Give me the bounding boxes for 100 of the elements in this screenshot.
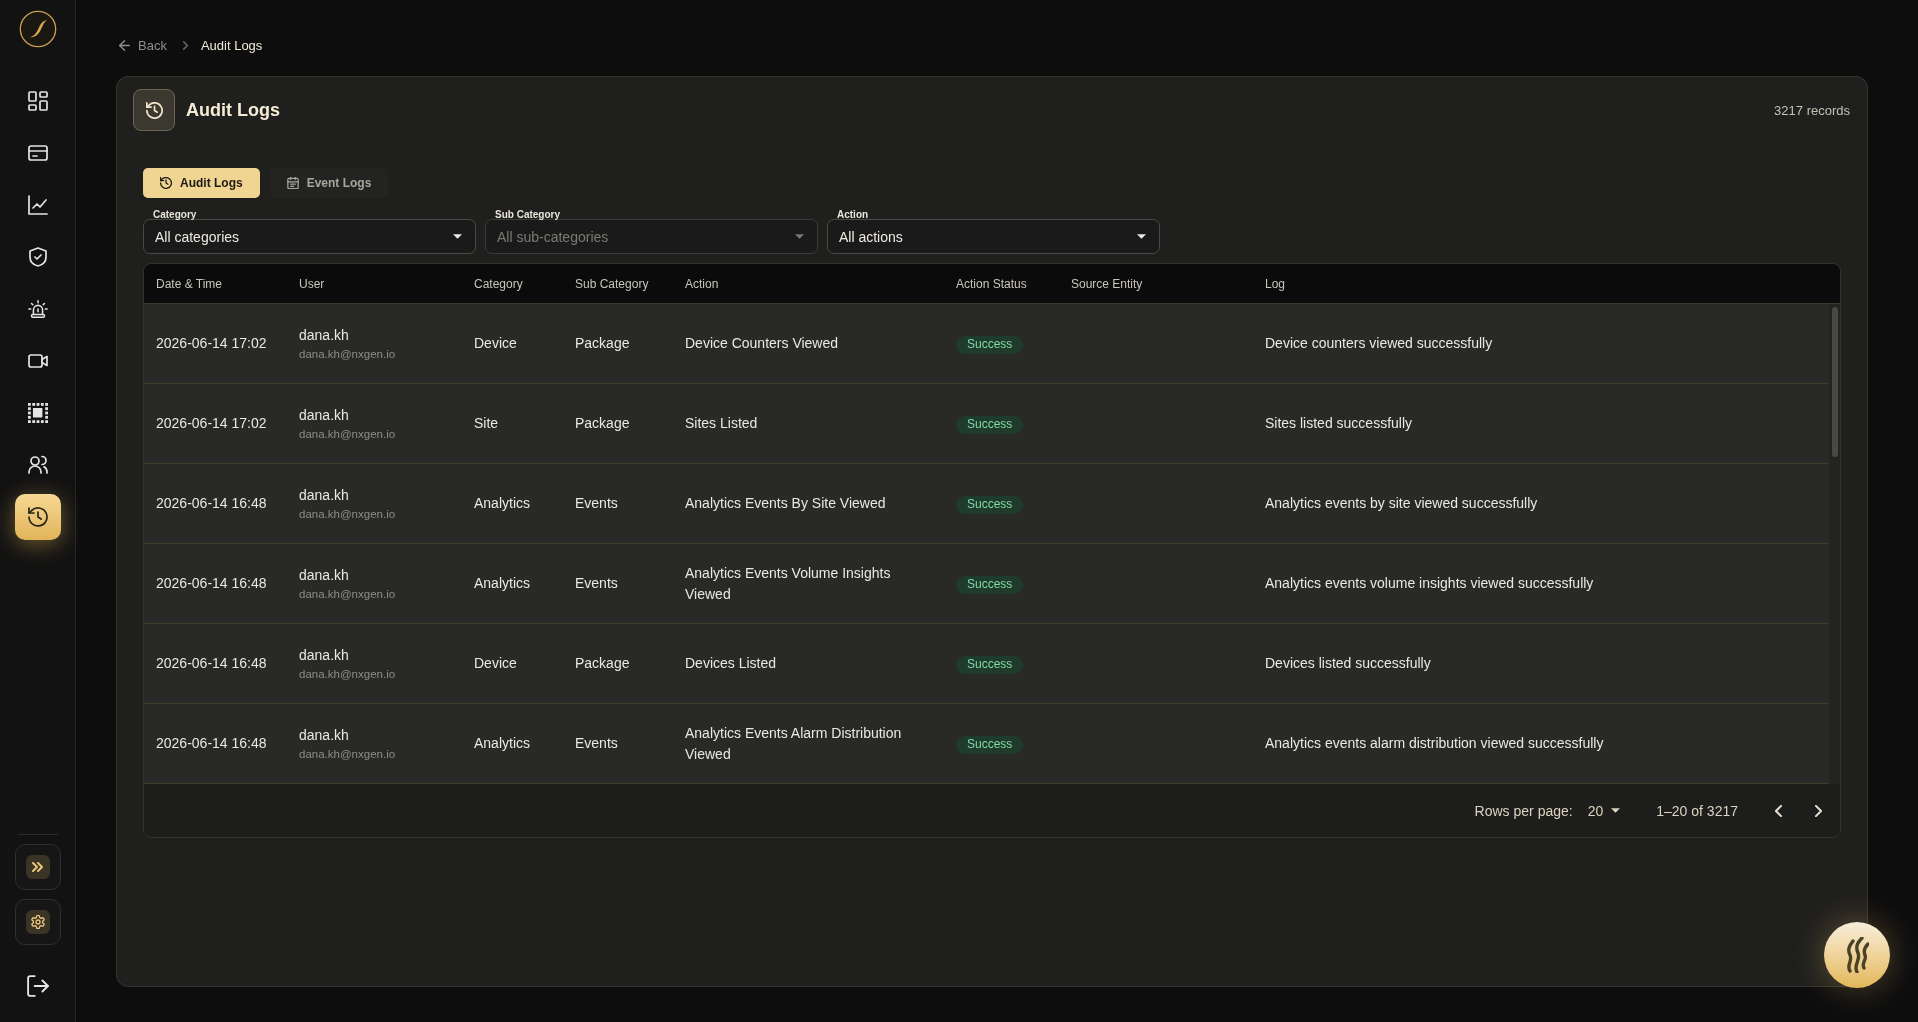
dotted-square-icon <box>27 403 48 423</box>
status-badge: Success <box>956 496 1024 514</box>
table-cell-text: Package <box>574 654 631 674</box>
scrollbar-track[interactable] <box>1829 304 1840 784</box>
table-cell-text: Analytics <box>473 494 532 514</box>
table-cell-text: Analytics events alarm distribution viewed successfully <box>1264 734 1605 754</box>
table-cell-text: Device <box>473 334 518 354</box>
tab[interactable]: Audit Logs <box>143 168 260 198</box>
user-email: dana.kh@nxgen.io <box>299 586 396 602</box>
rows-per-page-label: Rows per page: <box>1474 802 1573 819</box>
table-cell-text: Analytics events by site viewed successfully <box>1264 494 1539 514</box>
sidebar-item[interactable] <box>14 494 61 540</box>
table-cell-text: Events <box>574 574 619 594</box>
history-icon <box>133 89 175 131</box>
table-cell-text: Analytics Events By Site Viewed <box>684 494 887 514</box>
user-name: dana.kh <box>299 485 349 505</box>
history-icon <box>27 507 48 527</box>
record-count: 3217 records <box>1774 102 1850 118</box>
table-cell-text: Sites Listed <box>684 414 759 434</box>
settings-button[interactable] <box>14 899 61 945</box>
column-header: User <box>298 276 326 291</box>
table-cell-text: Analytics Events Volume Insights Viewed <box>684 564 892 604</box>
chevron-right-icon <box>1814 804 1822 817</box>
column-header: Source Entity <box>1070 276 1144 291</box>
dropdown-field[interactable]: All categories <box>143 219 476 254</box>
field-label: Action <box>837 209 869 220</box>
column-header: Log <box>1264 276 1287 291</box>
field-label: Sub Category <box>495 209 560 220</box>
dropdown-field[interactable]: All actions <box>827 219 1160 254</box>
user-name: dana.kh <box>299 405 349 425</box>
history-icon <box>160 177 172 189</box>
user-name: dana.kh <box>299 325 349 345</box>
caret-icon <box>453 234 462 239</box>
table-cell-text: Analytics <box>473 734 532 754</box>
table-cell-text: Device <box>473 654 518 674</box>
layout-grid-icon <box>27 91 48 111</box>
table-cell-text: Events <box>574 734 619 754</box>
table-cell-text: 2026-06-14 16:48 <box>155 574 268 594</box>
table-cell-text: Analytics <box>473 574 532 594</box>
table-cell-text: 2026-06-14 16:48 <box>155 654 268 674</box>
page-range: 1–20 of 3217 <box>1656 802 1738 819</box>
video-camera-icon <box>27 351 48 371</box>
status-badge: Success <box>956 736 1024 754</box>
settings-icon <box>25 910 50 934</box>
user-name: dana.kh <box>299 725 349 745</box>
table-cell-text: 2026-06-14 17:02 <box>155 334 268 354</box>
table-cell-text: 2026-06-14 16:48 <box>155 494 268 514</box>
siren-icon <box>27 299 48 319</box>
breadcrumb-current: Audit Logs <box>200 37 263 53</box>
status-badge: Success <box>956 336 1024 354</box>
rows-per-page-select[interactable]: 20 <box>1587 802 1621 819</box>
caret-icon <box>795 234 804 239</box>
column-header: Date & Time <box>155 276 224 291</box>
shield-check-icon <box>27 247 48 267</box>
arrow-left-icon <box>119 39 130 51</box>
user-email: dana.kh@nxgen.io <box>299 346 396 362</box>
table-cell-text: Site <box>473 414 500 434</box>
double-chevron-icon <box>25 855 50 879</box>
user-email: dana.kh@nxgen.io <box>299 506 396 522</box>
field-label: Category <box>153 209 197 220</box>
logout-icon <box>26 975 49 997</box>
calendar-icon <box>286 177 299 189</box>
status-badge: Success <box>956 576 1024 594</box>
user-email: dana.kh@nxgen.io <box>299 666 396 682</box>
column-header: Action <box>684 276 720 291</box>
table-cell-text: Devices Listed <box>684 654 778 674</box>
table-cell-text: Sites listed successfully <box>1264 414 1414 434</box>
caret-icon <box>1137 234 1146 239</box>
logout-button[interactable] <box>26 975 49 997</box>
card-icon <box>27 143 48 163</box>
caret-icon <box>1611 808 1621 813</box>
status-badge: Success <box>956 656 1024 674</box>
logo-icon <box>18 10 57 48</box>
table-cell-text: 2026-06-14 17:02 <box>155 414 268 434</box>
table-cell-text: Analytics events volume insights viewed successfully <box>1264 574 1595 594</box>
user-email: dana.kh@nxgen.io <box>299 426 396 442</box>
page-title: Audit Logs <box>186 99 280 121</box>
scrollbar-thumb[interactable] <box>1831 307 1838 457</box>
column-header: Action Status <box>955 276 1028 291</box>
user-email: dana.kh@nxgen.io <box>299 746 396 762</box>
chevron-right-icon <box>182 40 188 50</box>
status-badge: Success <box>956 416 1024 434</box>
column-header: Sub Category <box>574 276 650 291</box>
table-cell-text: Events <box>574 494 619 514</box>
back-link[interactable]: Back <box>119 37 167 53</box>
line-chart-icon <box>27 195 48 215</box>
column-header: Category <box>473 276 524 291</box>
table-cell-text: Package <box>574 334 631 354</box>
table-cell-text: Device counters viewed successfully <box>1264 334 1494 354</box>
table-cell-text: 2026-06-14 16:48 <box>155 734 268 754</box>
user-name: dana.kh <box>299 565 349 585</box>
table-cell-text: Package <box>574 414 631 434</box>
expand-button[interactable] <box>14 844 61 890</box>
table-cell-text: Devices listed successfully <box>1264 654 1432 674</box>
table-cell-text: Analytics Events Alarm Distribution Viewed <box>684 724 903 764</box>
flame-icon <box>1845 937 1869 973</box>
chevron-left-icon <box>1774 804 1782 817</box>
table-cell-text: Device Counters Viewed <box>684 334 840 354</box>
tab[interactable]: Event Logs <box>269 168 389 198</box>
users-icon <box>27 455 48 475</box>
